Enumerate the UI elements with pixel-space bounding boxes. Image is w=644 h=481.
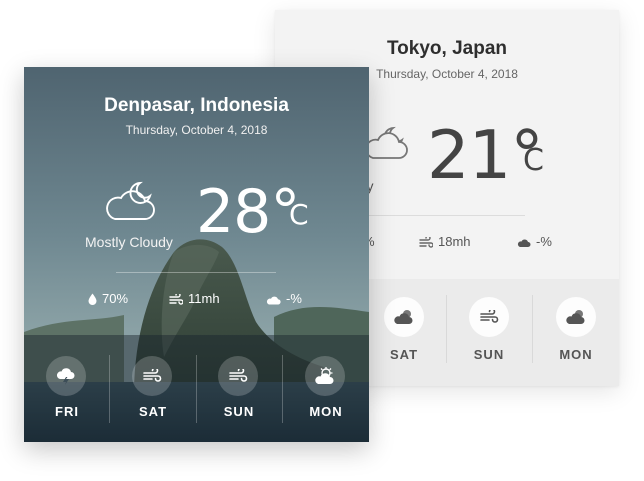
precipitation-stat: -%	[517, 234, 552, 251]
forecast-day[interactable]: SUN	[196, 335, 282, 442]
forecast-day[interactable]: SUN	[446, 279, 532, 386]
forecast-day-label: SAT	[138, 404, 168, 419]
weather-card-denpasar[interactable]: Denpasar, Indonesia Thursday, October 4,…	[24, 67, 369, 442]
wind-icon	[419, 235, 434, 251]
forecast-day-label: SUN	[473, 347, 505, 362]
thunderstorm-icon	[46, 356, 86, 396]
wind-stat: 18mh	[419, 234, 471, 251]
cloud-icon	[266, 293, 281, 308]
forecast-day[interactable]: FRI	[24, 335, 110, 442]
city-name: Tokyo, Japan	[386, 38, 507, 59]
forecast-day-label: MON	[309, 404, 343, 419]
temperature-unit: C	[523, 143, 544, 178]
forecast-day[interactable]: MON	[533, 279, 619, 386]
humidity-stat: 70%	[88, 291, 128, 308]
forecast-strip: FRI SAT SUN MON	[24, 335, 369, 442]
forecast-day-label: FRI	[55, 404, 79, 419]
forecast-day[interactable]: SAT	[110, 335, 196, 442]
temperature: 28°	[196, 177, 300, 247]
wind-icon	[169, 292, 184, 308]
date-text: Thursday, October 4, 2018	[125, 123, 268, 137]
cloudy-night-icon	[556, 297, 596, 337]
city-name: Denpasar, Indonesia	[104, 95, 289, 116]
wind-stat: 11mh	[169, 291, 220, 308]
wind-icon	[218, 356, 258, 396]
forecast-day-label: MON	[559, 347, 593, 362]
temperature-unit: C	[289, 198, 309, 231]
divider	[116, 272, 276, 273]
forecast-day[interactable]: MON	[283, 335, 369, 442]
cloudy-night-icon	[384, 297, 424, 337]
forecast-day-label: SAT	[389, 347, 419, 362]
wind-icon	[469, 297, 509, 337]
condition-text: Mostly Cloudy	[85, 234, 173, 250]
precipitation-stat: -%	[266, 291, 302, 308]
wind-icon	[132, 356, 172, 396]
cloudy-night-icon	[104, 177, 160, 228]
cloudy-night-icon	[363, 122, 411, 167]
droplet-icon	[88, 293, 97, 308]
forecast-day-label: SUN	[223, 404, 255, 419]
forecast-day[interactable]: SAT	[361, 279, 447, 386]
cloud-icon	[517, 236, 531, 251]
partly-cloudy-icon	[305, 356, 345, 396]
